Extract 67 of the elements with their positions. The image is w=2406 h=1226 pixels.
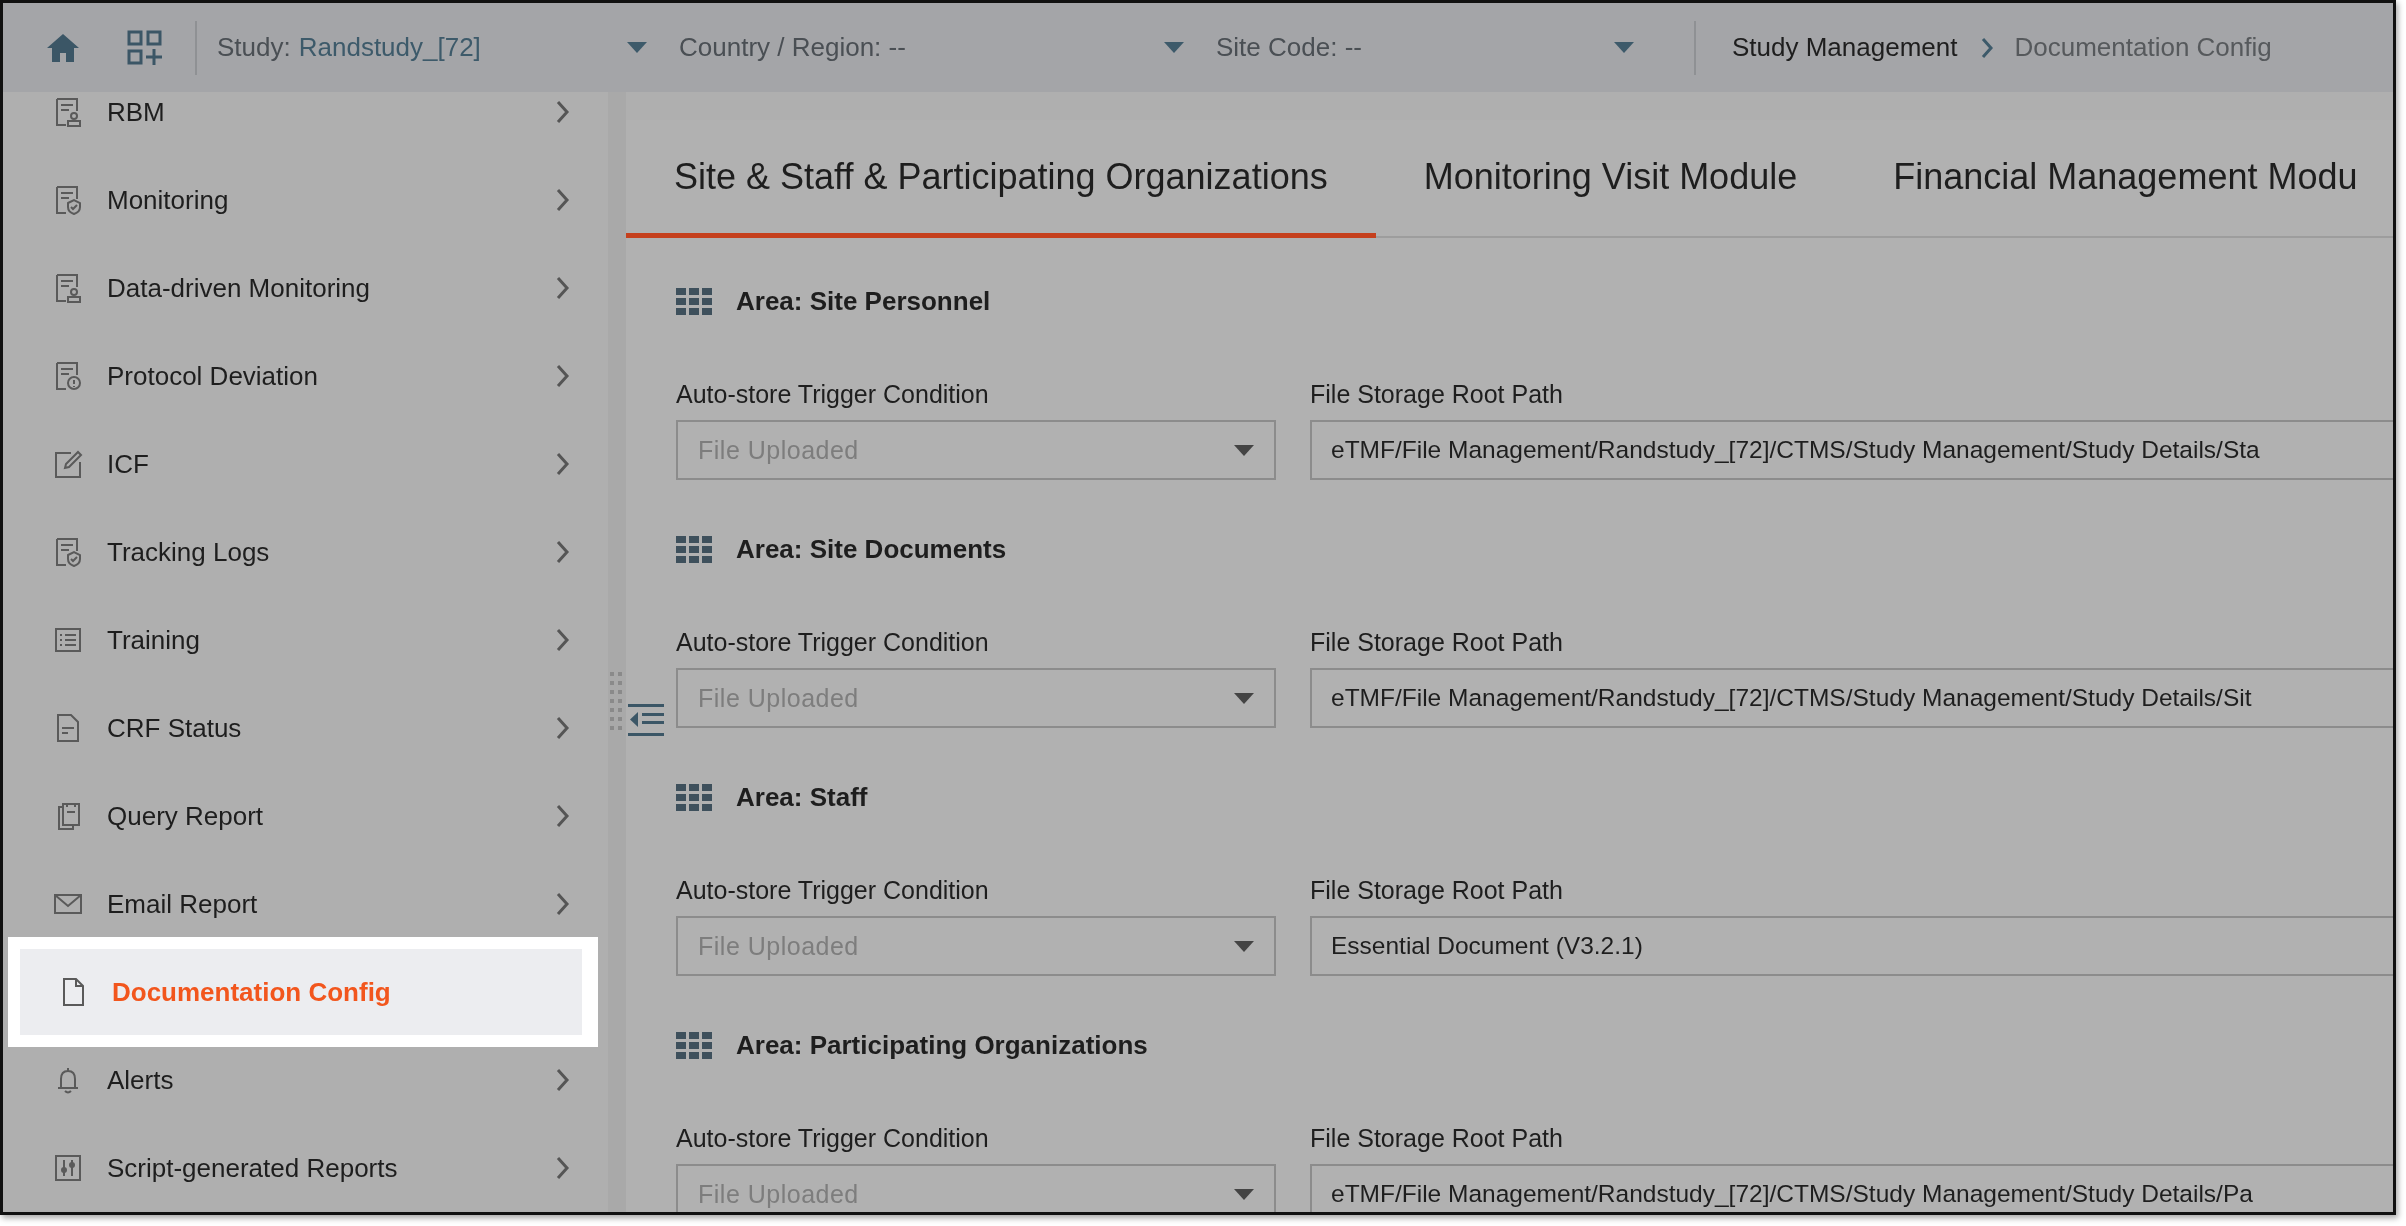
chevron-right-icon xyxy=(556,628,570,652)
field-label: File Storage Root Path xyxy=(1310,1123,1564,1154)
grid-icon xyxy=(676,1031,712,1059)
caret-icon[interactable] xyxy=(1234,693,1254,704)
chevron-right-icon xyxy=(556,716,570,740)
chevron-right-icon xyxy=(556,1156,570,1180)
sidebar-item[interactable]: CRF Status xyxy=(3,684,608,772)
sidebar-item[interactable]: Script-generated Reports xyxy=(3,1124,608,1212)
sliders-icon xyxy=(53,1153,83,1183)
sidebar-item[interactable]: Training xyxy=(3,596,608,684)
area-title: Area: Staff xyxy=(736,780,868,814)
field-label: Auto-store Trigger Condition xyxy=(676,875,990,906)
field-label: Auto-store Trigger Condition xyxy=(676,379,990,410)
field-label: File Storage Root Path xyxy=(1310,875,1564,906)
chevron-right-icon xyxy=(556,804,570,828)
path-field[interactable]: eTMF/File Management/Randstudy_[72]/CTMS/Study Management/Study Details/Pa xyxy=(1310,1164,2393,1212)
document-shield-icon xyxy=(53,537,83,567)
caret-icon[interactable] xyxy=(1234,445,1254,456)
sidebar-item[interactable]: Data-driven Monitoring xyxy=(3,244,608,332)
drag-handle-icon[interactable] xyxy=(610,672,624,730)
chevron-right-icon xyxy=(556,1068,570,1092)
caret-icon[interactable] xyxy=(1234,1189,1254,1200)
sidebar-item[interactable]: Protocol Deviation xyxy=(3,332,608,420)
field-label: Auto-store Trigger Condition xyxy=(676,1123,990,1154)
chevron-right-icon xyxy=(556,276,570,300)
chevron-right-icon xyxy=(556,188,570,212)
edit-icon xyxy=(53,449,83,479)
breadcrumb-link[interactable]: Study Management xyxy=(1732,28,1958,67)
list-icon xyxy=(53,625,83,655)
document-shield-icon xyxy=(53,185,83,215)
area-title: Area: Participating Organizations xyxy=(736,1028,1148,1062)
field-label: File Storage Root Path xyxy=(1310,379,1564,410)
chevron-right-icon xyxy=(556,364,570,388)
chevron-right-icon xyxy=(1981,36,1995,59)
area-title: Area: Site Personnel xyxy=(736,284,991,318)
breadcrumb-current: Documentation Config xyxy=(2014,31,2272,64)
tab[interactable]: Financial Management Modu xyxy=(1845,120,2393,238)
chevron-right-icon xyxy=(556,540,570,564)
sidebar-item[interactable]: ICF xyxy=(3,420,608,508)
document-person-icon xyxy=(53,273,83,303)
grid-icon xyxy=(676,783,712,811)
grid-icon xyxy=(676,287,712,315)
document-alert-icon xyxy=(53,361,83,391)
chevron-right-icon xyxy=(556,452,570,476)
add-app-icon[interactable] xyxy=(127,29,163,66)
sidebar-item[interactable]: RBM xyxy=(3,92,608,156)
chevron-right-icon xyxy=(556,892,570,916)
home-icon[interactable] xyxy=(47,33,79,62)
caret-icon xyxy=(627,42,647,53)
tab[interactable]: Site & Staff & Participating Organizations xyxy=(626,120,1376,238)
caret-icon[interactable] xyxy=(1234,941,1254,952)
field-label: File Storage Root Path xyxy=(1310,627,1564,658)
area-title: Area: Site Documents xyxy=(736,532,1007,566)
chevron-right-icon xyxy=(556,100,570,124)
caret-icon xyxy=(1614,42,1634,53)
field-label: Auto-store Trigger Condition xyxy=(676,627,990,658)
path-field[interactable]: eTMF/File Management/Randstudy_[72]/CTMS/Study Management/Study Details/Sta xyxy=(1310,420,2393,480)
sidebar-item[interactable]: Tracking Logs xyxy=(3,508,608,596)
path-field[interactable]: eTMF/File Management/Randstudy_[72]/CTMS/Study Management/Study Details/Sit xyxy=(1310,668,2393,728)
caret-icon xyxy=(1164,42,1184,53)
document-person-icon xyxy=(53,97,83,127)
collapse-sidebar-icon[interactable] xyxy=(628,702,664,738)
grid-icon xyxy=(676,535,712,563)
tab[interactable]: Monitoring Visit Module xyxy=(1375,120,1846,238)
path-field[interactable]: Essential Document (V3.2.1) xyxy=(1310,916,2393,976)
sidebar-item[interactable]: Monitoring xyxy=(3,156,608,244)
sidebar-item[interactable]: Query Report xyxy=(3,772,608,860)
